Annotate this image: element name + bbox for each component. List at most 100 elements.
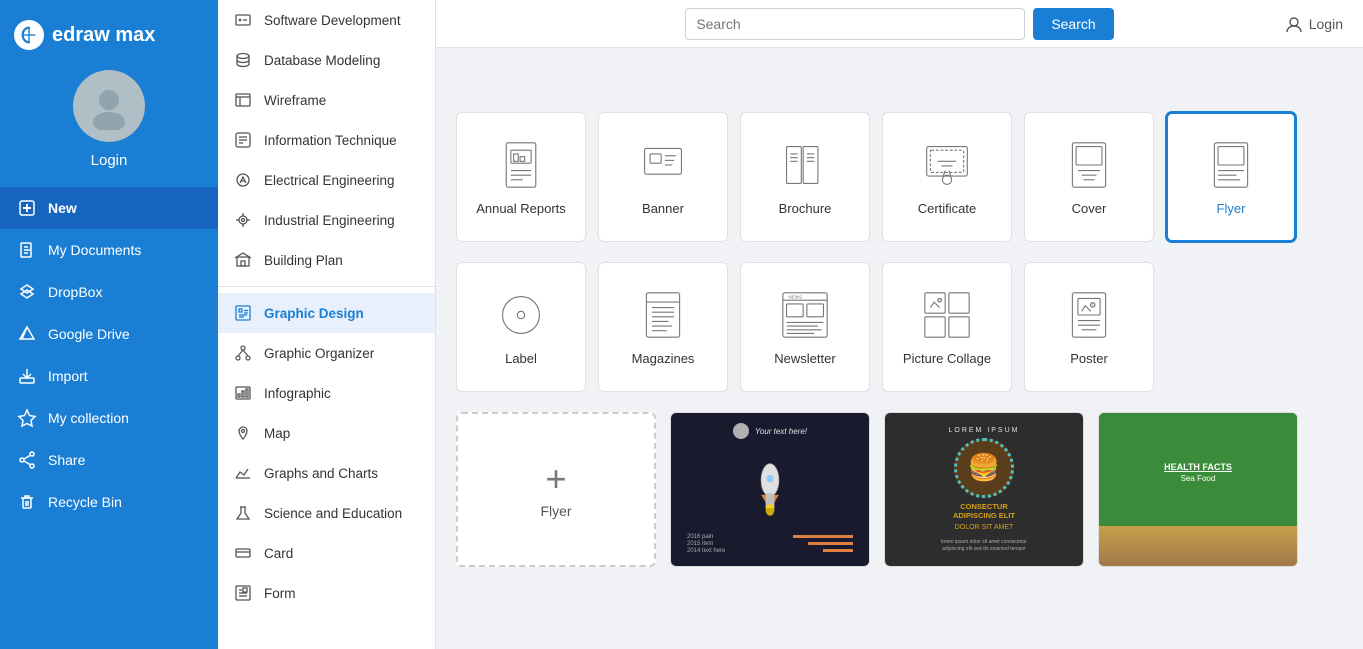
search-input[interactable] [685,8,1025,40]
sidebar-item-google-drive[interactable]: Google Drive [0,313,218,355]
menu-item-form[interactable]: Form [218,573,435,613]
science-icon [232,502,254,524]
picture-collage-icon [921,289,973,341]
menu-item-wireframe[interactable]: Wireframe [218,80,435,120]
brochure-label: Brochure [779,201,832,216]
document-icon [16,239,38,261]
burger-circle: 🍔 [954,438,1014,498]
trash-icon [16,491,38,513]
menu-item-building-plan[interactable]: Building Plan [218,240,435,280]
sidebar-item-my-collection-label: My collection [48,410,129,426]
menu-item-infographic[interactable]: Infographic [218,373,435,413]
template-poster[interactable]: Poster [1024,262,1154,392]
svg-text:NEWS: NEWS [788,294,802,299]
menu-item-industrial-engineering[interactable]: Industrial Engineering [218,200,435,240]
magazines-icon [637,289,689,341]
menu-item-card[interactable]: Card [218,533,435,573]
menu-item-graphs-and-charts[interactable]: Graphs and Charts [218,453,435,493]
menu-item-database-modeling[interactable]: Database Modeling [218,40,435,80]
login-label: Login [1309,16,1343,32]
magazines-label: Magazines [632,351,695,366]
star-icon [16,407,38,429]
menu-item-graphic-design[interactable]: Graphic Design [218,293,435,333]
sidebar-item-my-documents-label: My Documents [48,242,141,258]
menu-building-plan-label: Building Plan [264,253,343,268]
template-annual-reports[interactable]: Annual Reports [456,112,586,242]
building-icon [232,249,254,271]
search-button[interactable]: Search [1033,8,1113,40]
picture-collage-label: Picture Collage [903,351,991,366]
sidebar-nav: New My Documents DropBox [0,187,218,523]
certificate-label: Certificate [918,201,977,216]
brochure-icon [779,139,831,191]
label-icon [495,289,547,341]
template-flyer[interactable]: Flyer [1166,112,1296,242]
menu-software-development-label: Software Development [264,13,401,28]
newsletter-label: Newsletter [774,351,835,366]
menu-item-information-technique[interactable]: Information Technique [218,120,435,160]
sidebar-item-my-documents[interactable]: My Documents [0,229,218,271]
poster-label: Poster [1070,351,1108,366]
menu-graphic-design-label: Graphic Design [264,306,364,321]
sidebar-login-label[interactable]: Login [91,152,128,169]
top-bar: Search Login [436,0,1363,48]
menu-form-label: Form [264,586,296,601]
menu-wireframe-label: Wireframe [264,93,326,108]
menu-card-label: Card [264,546,293,561]
template-category-grid: Annual Reports Banner [456,112,1343,242]
industrial-icon [232,209,254,231]
form-icon [232,582,254,604]
login-button[interactable]: Login [1285,15,1343,33]
health-flyer-bg: HEALTH FACTS Sea Food [1099,413,1297,566]
menu-item-software-development[interactable]: Software Development [218,0,435,40]
health-flyer-preview[interactable]: HEALTH FACTS Sea Food [1098,412,1298,567]
sidebar-item-import-label: Import [48,368,88,384]
annual-reports-icon [495,139,547,191]
dropbox-icon [16,281,38,303]
logo-icon [14,20,44,50]
space-flyer-preview[interactable]: Your text here! 2016 pain [670,412,870,567]
menu-item-electrical-engineering[interactable]: Electrical Engineering [218,160,435,200]
banner-icon [637,139,689,191]
poster-icon [1063,289,1115,341]
sidebar-item-share-label: Share [48,452,85,468]
template-banner[interactable]: Banner [598,112,728,242]
sidebar-item-my-collection[interactable]: My collection [0,397,218,439]
template-certificate[interactable]: Certificate [882,112,1012,242]
menu-database-modeling-label: Database Modeling [264,53,380,68]
menu-divider [218,286,435,287]
cover-icon [1063,139,1115,191]
dolor-text: DOLOR SIT AMET [955,524,1014,531]
flyer-label: Flyer [1217,201,1246,216]
health-sand [1099,526,1297,566]
graphic-design-icon [232,302,254,324]
wireframe-icon [232,89,254,111]
menu-graphs-and-charts-label: Graphs and Charts [264,466,378,481]
template-brochure[interactable]: Brochure [740,112,870,242]
sidebar-item-dropbox[interactable]: DropBox [0,271,218,313]
app-name: edraw max [52,24,155,47]
software-icon [232,9,254,31]
app-logo: edraw max [0,20,155,50]
sidebar-item-dropbox-label: DropBox [48,284,102,300]
share-icon [16,449,38,471]
menu-item-graphic-organizer[interactable]: Graphic Organizer [218,333,435,373]
new-flyer-card[interactable]: + Flyer [456,412,656,567]
sidebar-item-import[interactable]: Import [0,355,218,397]
menu-item-science-and-education[interactable]: Science and Education [218,493,435,533]
sidebar-item-share[interactable]: Share [0,439,218,481]
template-label[interactable]: Label [456,262,586,392]
database-icon [232,49,254,71]
template-magazines[interactable]: Magazines [598,262,728,392]
sidebar-item-recycle-bin[interactable]: Recycle Bin [0,481,218,523]
template-picture-collage[interactable]: Picture Collage [882,262,1012,392]
burger-flyer-preview[interactable]: LOREM IPSUM 🍔 CONSECTURADIPISCING ELIT D… [884,412,1084,567]
menu-infographic-label: Infographic [264,386,331,401]
template-newsletter[interactable]: NEWS Newsletter [740,262,870,392]
menu-industrial-engineering-label: Industrial Engineering [264,213,395,228]
template-cover[interactable]: Cover [1024,112,1154,242]
google-drive-icon [16,323,38,345]
sidebar-item-new[interactable]: New [0,187,218,229]
card-icon [232,542,254,564]
menu-item-map[interactable]: Map [218,413,435,453]
